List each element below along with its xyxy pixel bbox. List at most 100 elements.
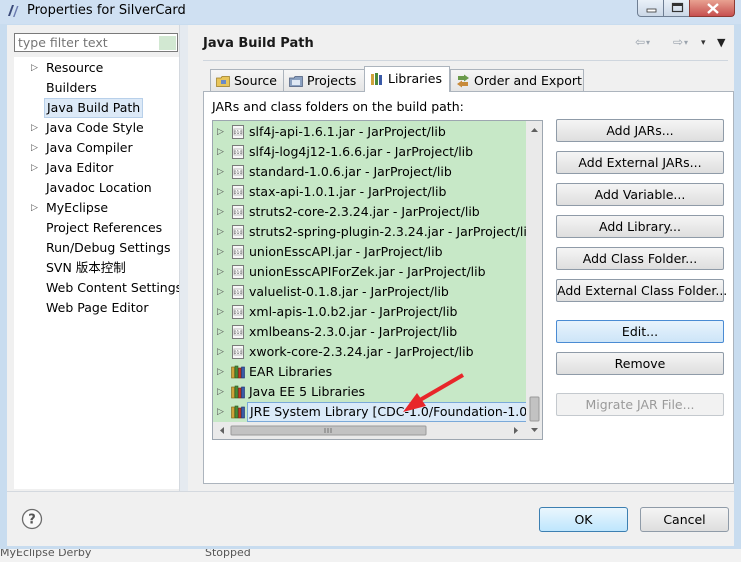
scroll-right-icon — [514, 427, 518, 434]
help-icon[interactable]: ? — [21, 508, 43, 530]
jar-icon: 010 — [232, 245, 244, 259]
maximize-button[interactable] — [663, 0, 690, 17]
expand-arrow-icon[interactable]: ▷ — [217, 222, 225, 242]
library-entry[interactable]: ▷ 010 xml-apis-1.0.b2.jar - JarProject/lib — [213, 302, 526, 322]
library-entry[interactable]: ▷ 010 struts2-core-2.3.24.jar - JarProject… — [213, 202, 526, 222]
add-jars-button[interactable]: Add JARs... — [556, 119, 724, 142]
clear-filter-icon[interactable] — [159, 36, 176, 50]
ok-button[interactable]: OK — [539, 507, 628, 532]
forward-menu-icon[interactable]: ▾ — [684, 38, 688, 47]
properties-window: Properties for SilverCard ▷ Resource Build… — [0, 0, 741, 549]
scroll-down-icon — [531, 428, 538, 432]
expand-arrow-icon[interactable]: ▷ — [217, 342, 225, 362]
nav-item-label: Java Editor — [46, 160, 114, 175]
title-bar[interactable]: Properties for SilverCard — [0, 0, 741, 24]
minimize-icon — [646, 8, 657, 13]
expand-arrow-icon[interactable]: ▷ — [217, 322, 225, 342]
tab-order-and-export[interactable]: Order and Export — [450, 69, 584, 91]
jar-icon: 010 — [232, 145, 244, 159]
library-entry[interactable]: ▷ 010 slf4j-log4j12-1.6.6.jar - JarProject… — [213, 142, 526, 162]
expand-arrow-icon[interactable]: ▷ — [31, 118, 39, 138]
jar-icon: 010 — [232, 325, 244, 339]
remove-button[interactable]: Remove — [556, 352, 724, 375]
svg-text:010: 010 — [234, 230, 243, 236]
library-entry[interactable]: ▷ 010 xwork-core-2.3.24.jar - JarProject/l… — [213, 342, 526, 362]
svg-text:010: 010 — [234, 250, 243, 256]
vertical-scrollbar[interactable] — [526, 121, 542, 439]
add-external-jars-button[interactable]: Add External JARs... — [556, 151, 724, 174]
svg-text:010: 010 — [234, 270, 243, 276]
pane-splitter[interactable] — [179, 25, 188, 491]
library-entry[interactable]: ▷ 010 stax-api-1.0.1.jar - JarProject/lib — [213, 182, 526, 202]
add-library-button[interactable]: Add Library... — [556, 215, 724, 238]
jars-label: JARs and class folders on the build path… — [212, 99, 464, 114]
nav-item-label: Java Compiler — [46, 140, 133, 155]
expand-arrow-icon[interactable]: ▷ — [31, 158, 39, 178]
tab-source[interactable]: Source — [210, 69, 284, 91]
jar-icon: 010 — [232, 165, 244, 179]
forward-arrow-icon[interactable]: ⇨ — [673, 35, 683, 49]
expand-arrow-icon[interactable]: ▷ — [31, 198, 39, 218]
close-button[interactable] — [689, 0, 735, 17]
library-entry[interactable]: ▷ EAR Libraries — [213, 362, 526, 382]
expand-arrow-icon[interactable]: ▷ — [31, 138, 39, 158]
jar-icon: 010 — [232, 205, 244, 219]
library-entry[interactable]: ▷ 010 unionEsscAPIForZek.jar - JarProject/… — [213, 262, 526, 282]
property-page: Java Build Path ⇦ ▾ ⇨ ▾ ▾ ▼ Source Projec… — [188, 25, 734, 491]
library-entry-label: valuelist-0.1.8.jar - JarProject/lib — [249, 284, 449, 299]
expand-arrow-icon[interactable]: ▷ — [217, 382, 225, 402]
libraries-tree[interactable]: ▷ 010 slf4j-api-1.6.1.jar - JarProject/lib… — [212, 120, 543, 440]
window-title: Properties for SilverCard — [27, 3, 186, 18]
library-entry[interactable]: ▷ Java EE 5 Libraries — [213, 382, 526, 402]
title-separator — [203, 60, 728, 61]
library-entry[interactable]: ▷ 010 slf4j-api-1.6.1.jar - JarProject/lib — [213, 122, 526, 142]
library-entry[interactable]: ▷ 010 valuelist-0.1.8.jar - JarProject/lib — [213, 282, 526, 302]
view-menu-icon[interactable]: ▾ — [701, 38, 706, 48]
expand-arrow-icon[interactable]: ▷ — [217, 122, 225, 142]
library-entry[interactable]: ▷ 010 xmlbeans-2.3.0.jar - JarProject/lib — [213, 322, 526, 342]
library-entry-label: xmlbeans-2.3.0.jar - JarProject/lib — [249, 324, 458, 339]
add-external-class-folder-button[interactable]: Add External Class Folder... — [556, 279, 727, 302]
library-entry[interactable]: ▷ 010 unionEsscAPI.jar - JarProject/lib — [213, 242, 526, 262]
minimize-button[interactable] — [637, 0, 664, 17]
expand-arrow-icon[interactable]: ▷ — [217, 182, 225, 202]
source-folder-icon — [216, 76, 230, 87]
footer-divider — [7, 491, 734, 492]
chevron-down-icon[interactable]: ▼ — [717, 36, 725, 49]
expand-arrow-icon[interactable]: ▷ — [217, 302, 225, 322]
svg-text:010: 010 — [234, 350, 243, 356]
expand-arrow-icon[interactable]: ▷ — [217, 242, 225, 262]
add-class-folder-button[interactable]: Add Class Folder... — [556, 247, 724, 270]
tab-libraries[interactable]: Libraries — [364, 66, 450, 92]
edit-button[interactable]: Edit... — [556, 320, 724, 343]
expand-arrow-icon[interactable]: ▷ — [31, 58, 39, 78]
library-icon — [231, 365, 245, 379]
library-entry[interactable]: ▷ 010 struts2-spring-plugin-2.3.24.jar - J… — [213, 222, 535, 242]
library-entry-label: struts2-core-2.3.24.jar - JarProject/lib — [249, 204, 480, 219]
expand-arrow-icon[interactable]: ▷ — [217, 262, 225, 282]
expand-arrow-icon[interactable]: ▷ — [217, 142, 225, 162]
back-arrow-icon[interactable]: ⇦ — [635, 35, 645, 49]
filter-input[interactable] — [14, 33, 178, 52]
tab-projects[interactable]: Projects — [283, 69, 365, 91]
library-entry[interactable]: ▷ 010 standard-1.0.6.jar - JarProject/lib — [213, 162, 526, 182]
expand-arrow-icon[interactable]: ▷ — [217, 402, 225, 422]
library-entry[interactable]: ▷ JRE System Library [CDC-1.0/Foundation-… — [213, 402, 536, 422]
svg-text:010: 010 — [234, 170, 243, 176]
jar-icon: 010 — [232, 125, 244, 139]
libraries-icon — [371, 73, 382, 85]
library-entry-label: slf4j-api-1.6.1.jar - JarProject/lib — [249, 124, 446, 139]
nav-item-label: Java Build Path — [44, 98, 144, 118]
tab-label: Source — [234, 73, 277, 88]
add-variable-button[interactable]: Add Variable... — [556, 183, 724, 206]
cancel-button[interactable]: Cancel — [640, 507, 729, 532]
expand-arrow-icon[interactable]: ▷ — [217, 162, 225, 182]
expand-arrow-icon[interactable]: ▷ — [217, 282, 225, 302]
expand-arrow-icon[interactable]: ▷ — [217, 362, 225, 382]
library-icon — [231, 405, 245, 419]
expand-arrow-icon[interactable]: ▷ — [217, 202, 225, 222]
svg-text:?: ? — [28, 513, 36, 528]
back-menu-icon[interactable]: ▾ — [646, 38, 650, 47]
library-entry-label: struts2-spring-plugin-2.3.24.jar - JarPr… — [249, 224, 535, 239]
horizontal-scrollbar[interactable] — [213, 422, 526, 439]
